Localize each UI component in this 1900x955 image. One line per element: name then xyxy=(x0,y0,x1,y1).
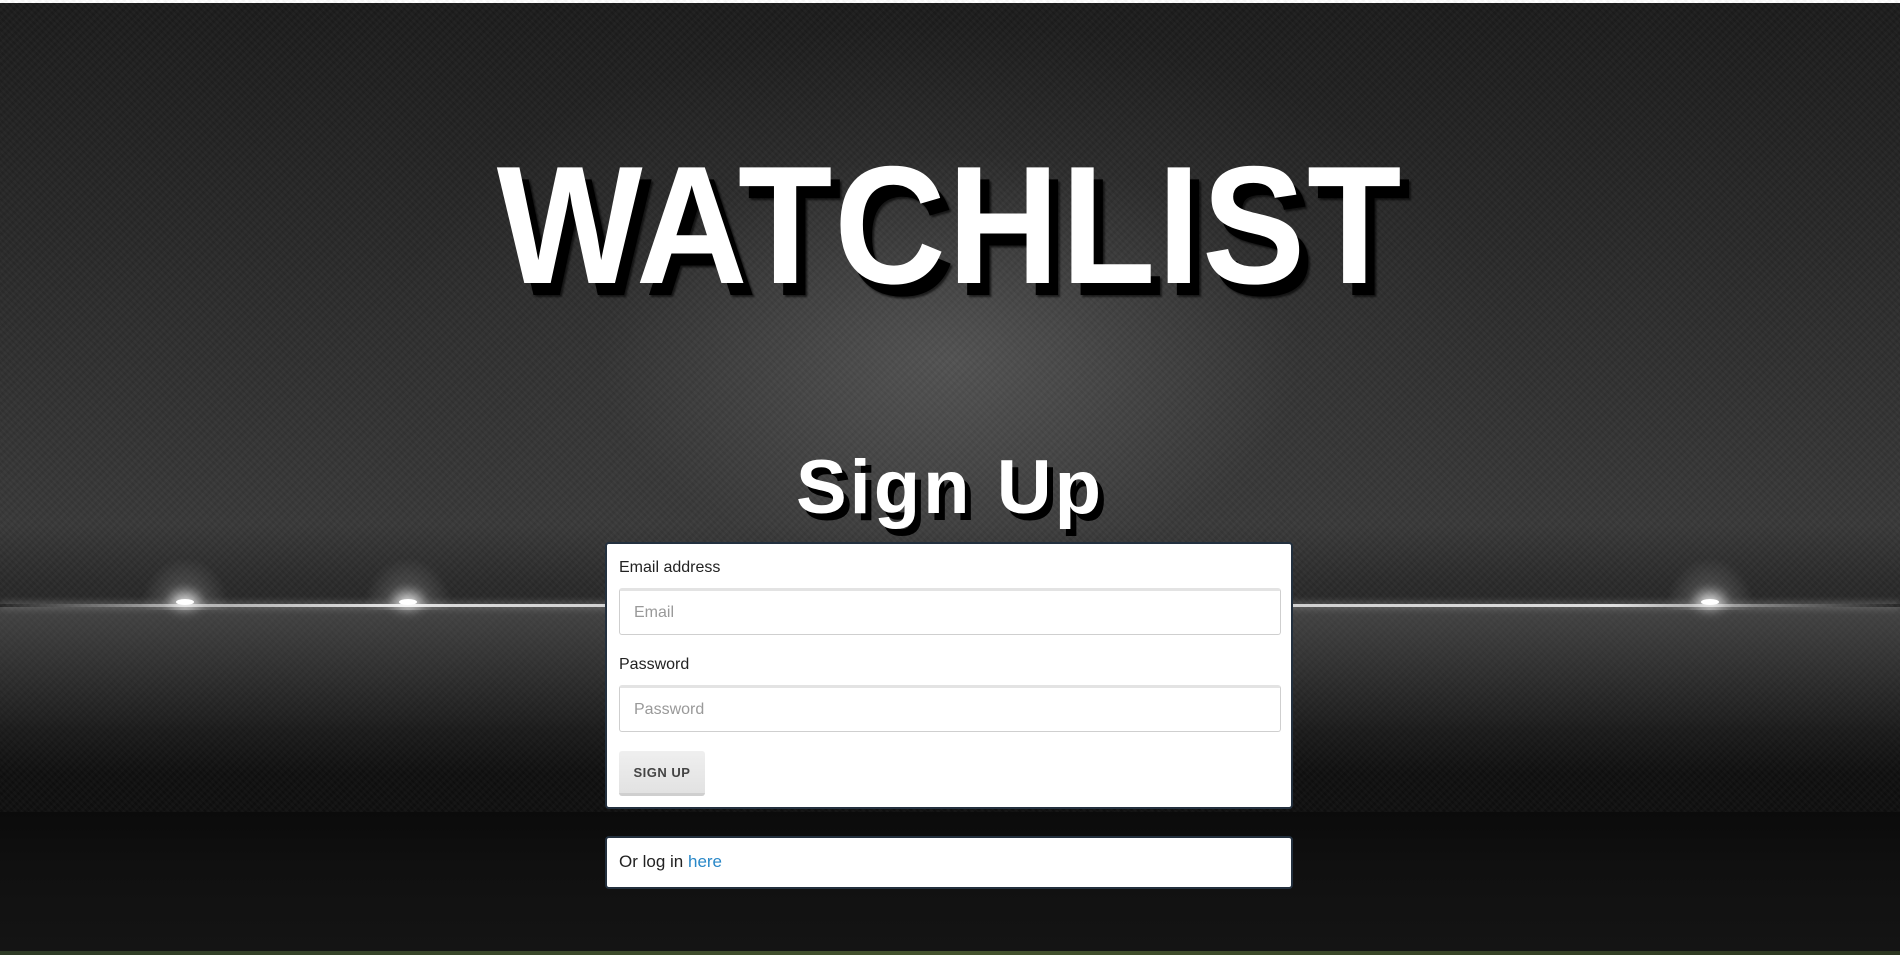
light-dot xyxy=(1701,599,1719,605)
password-label: Password xyxy=(619,656,690,673)
light-dot xyxy=(399,599,417,605)
email-field[interactable] xyxy=(619,588,1281,635)
page-heading: Sign Up xyxy=(795,445,1105,530)
email-label: Email address xyxy=(619,559,721,576)
login-prompt: Or log in here xyxy=(619,852,722,872)
login-link[interactable]: here xyxy=(688,852,722,871)
light-dot xyxy=(176,599,194,605)
password-field[interactable] xyxy=(619,685,1281,732)
signup-form: Email address Password SIGN UP xyxy=(605,542,1293,809)
app-title: WATCHLIST xyxy=(496,131,1404,319)
page-background: WATCHLIST Sign Up Email address Password… xyxy=(0,0,1900,955)
signup-button[interactable]: SIGN UP xyxy=(619,751,705,796)
bottom-strip xyxy=(0,951,1900,955)
login-prompt-box: Or log in here xyxy=(605,836,1293,889)
login-prompt-text: Or log in xyxy=(619,852,684,871)
